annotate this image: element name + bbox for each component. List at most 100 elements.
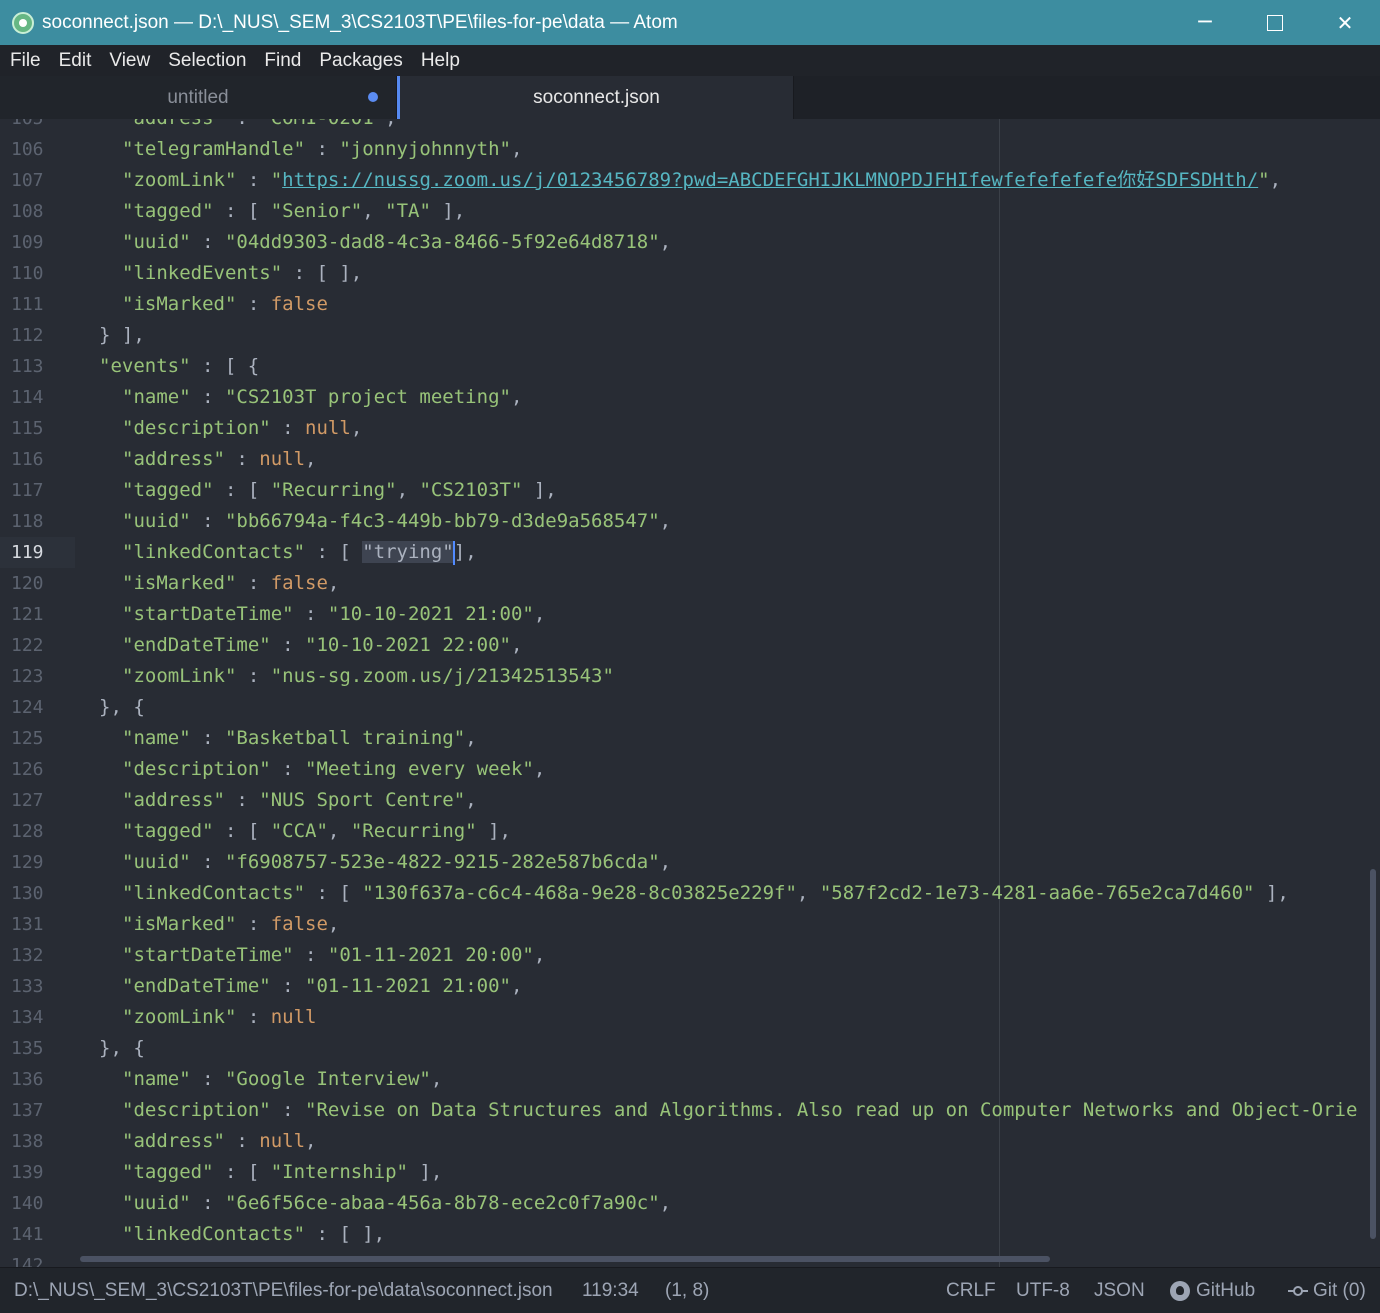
line-text: "endDateTime" : "10-10-2021 22:00", xyxy=(122,630,522,661)
code-line[interactable]: 109 "uuid" : "04dd9303-dad8-4c3a-8466-5f9… xyxy=(0,227,1380,258)
menu-file[interactable]: File xyxy=(2,50,49,72)
menu-view[interactable]: View xyxy=(101,50,158,72)
code-line[interactable]: 127 "address" : "NUS Sport Centre", xyxy=(0,785,1380,816)
code-line[interactable]: 139 "tagged" : [ "Internship" ], xyxy=(0,1157,1380,1188)
code-line[interactable]: 114 "name" : "CS2103T project meeting", xyxy=(0,382,1380,413)
code-line[interactable]: 113 "events" : [ { xyxy=(0,351,1380,382)
minimize-icon: ─ xyxy=(1198,10,1212,35)
code-token: : [ { xyxy=(190,355,260,377)
code-lines[interactable]: 105 "address" : "COM1-0201", 106 "telegramH… xyxy=(0,119,1380,1267)
code-token: "04dd9303-dad8-4c3a-8466-5f92e64d8718" xyxy=(224,231,660,253)
code-token: "Recurring" xyxy=(270,479,397,501)
line-text: "description" : null, xyxy=(122,413,362,444)
code-token: "CCA" xyxy=(270,820,328,842)
code-line[interactable]: 105 "address" : "COM1-0201", xyxy=(0,119,1380,134)
code-line[interactable]: 120 "isMarked" : false, xyxy=(0,568,1380,599)
code-line[interactable]: 133 "endDateTime" : "01-11-2021 21:00", xyxy=(0,971,1380,1002)
code-line[interactable]: 141 "linkedContacts" : [ ], xyxy=(0,1219,1380,1250)
code-line[interactable]: 136 "name" : "Google Interview", xyxy=(0,1064,1380,1095)
line-text: "address" : null, xyxy=(122,444,317,475)
code-token: "description" xyxy=(122,417,271,439)
code-token: , xyxy=(385,119,396,129)
git-button[interactable]: Git (0) xyxy=(1288,1268,1366,1313)
encoding-selector[interactable]: UTF-8 xyxy=(1016,1268,1070,1313)
grammar-selector[interactable]: JSON xyxy=(1094,1268,1145,1313)
code-line[interactable]: 134 "zoomLink" : null xyxy=(0,1002,1380,1033)
code-token: : xyxy=(270,1099,306,1121)
cursor-position[interactable]: 119:34 xyxy=(582,1268,639,1313)
code-token: "linkedContacts" xyxy=(122,1223,306,1245)
code-line[interactable]: 124}, { xyxy=(0,692,1380,723)
code-line[interactable]: 119 "linkedContacts" : [ "trying"], xyxy=(0,537,1380,568)
code-line[interactable]: 111 "isMarked" : false xyxy=(0,289,1380,320)
maximize-button[interactable] xyxy=(1240,0,1310,45)
url-link[interactable]: https://nussg.zoom.us/j/0123456789?pwd=A… xyxy=(282,169,1258,191)
code-token: : [ xyxy=(305,882,363,904)
code-line[interactable]: 140 "uuid" : "6e6f56ce-abaa-456a-8b78-ece… xyxy=(0,1188,1380,1219)
code-token: : [ xyxy=(213,820,271,842)
file-path[interactable]: D:\_NUS\_SEM_3\CS2103T\PE\files-for-pe\d… xyxy=(14,1268,553,1313)
github-button[interactable]: GitHub xyxy=(1170,1268,1255,1313)
code-line[interactable]: 117 "tagged" : [ "Recurring", "CS2103T" ]… xyxy=(0,475,1380,506)
code-line[interactable]: 132 "startDateTime" : "01-11-2021 20:00", xyxy=(0,940,1380,971)
tab-untitled[interactable]: untitled xyxy=(0,76,397,119)
line-number: 115 xyxy=(11,418,44,439)
code-line[interactable]: 129 "uuid" : "f6908757-523e-4822-9215-282… xyxy=(0,847,1380,878)
menu-packages[interactable]: Packages xyxy=(311,50,410,72)
code-line[interactable]: 116 "address" : null, xyxy=(0,444,1380,475)
code-token: "tagged" xyxy=(122,1161,214,1183)
line-number: 138 xyxy=(11,1131,44,1152)
code-token: "tagged" xyxy=(122,200,214,222)
code-line[interactable]: 110 "linkedEvents" : [ ], xyxy=(0,258,1380,289)
code-line[interactable]: 123 "zoomLink" : "nus-sg.zoom.us/j/213425… xyxy=(0,661,1380,692)
code-line[interactable]: 137 "description" : "Revise on Data Struc… xyxy=(0,1095,1380,1126)
code-token: : xyxy=(224,789,260,811)
code-line[interactable]: 128 "tagged" : [ "CCA", "Recurring" ], xyxy=(0,816,1380,847)
code-line[interactable]: 106 "telegramHandle" : "jonnyjohnnyth", xyxy=(0,134,1380,165)
tab-bar: untitled soconnect.json xyxy=(0,76,1380,119)
code-line[interactable]: 125 "name" : "Basketball training", xyxy=(0,723,1380,754)
code-line[interactable]: 135}, { xyxy=(0,1033,1380,1064)
code-line[interactable]: 121 "startDateTime" : "10-10-2021 21:00", xyxy=(0,599,1380,630)
code-token: , xyxy=(533,603,546,625)
line-number: 139 xyxy=(11,1162,44,1183)
menu-help[interactable]: Help xyxy=(413,50,468,72)
code-token: : xyxy=(190,231,225,253)
code-line[interactable]: 122 "endDateTime" : "10-10-2021 22:00", xyxy=(0,630,1380,661)
code-token: : xyxy=(293,944,328,966)
code-token: "name" xyxy=(122,386,191,408)
menu-edit[interactable]: Edit xyxy=(51,50,100,72)
code-line[interactable]: 118 "uuid" : "bb66794a-f4c3-449b-bb79-d3d… xyxy=(0,506,1380,537)
line-ending-selector[interactable]: CRLF xyxy=(946,1268,996,1313)
code-token: : xyxy=(270,634,306,656)
code-token: "linkedContacts" xyxy=(122,541,306,563)
code-line[interactable]: 112} ], xyxy=(0,320,1380,351)
code-line[interactable]: 126 "description" : "Meeting every week", xyxy=(0,754,1380,785)
menu-selection[interactable]: Selection xyxy=(160,50,254,72)
tab-soconnect-json[interactable]: soconnect.json xyxy=(397,76,793,119)
line-number: 111 xyxy=(11,294,44,315)
code-token: " xyxy=(1258,169,1270,191)
code-token: "startDateTime" xyxy=(122,944,294,966)
close-button[interactable]: ✕ xyxy=(1310,0,1380,45)
code-token: "nus-sg.zoom.us/j/21342513543" xyxy=(270,665,614,687)
line-number: 130 xyxy=(11,883,44,904)
menu-find[interactable]: Find xyxy=(256,50,309,72)
vertical-scrollbar[interactable] xyxy=(1370,869,1376,1239)
code-line[interactable]: 115 "description" : null, xyxy=(0,413,1380,444)
code-line[interactable]: 107 "zoomLink" : "https://nussg.zoom.us/j… xyxy=(0,165,1380,196)
code-token: false xyxy=(270,913,328,935)
text-editor[interactable]: 105 "address" : "COM1-0201", 106 "telegramH… xyxy=(0,119,1380,1267)
code-line[interactable]: 108 "tagged" : [ "Senior", "TA" ], xyxy=(0,196,1380,227)
minimize-button[interactable]: ─ xyxy=(1170,0,1240,45)
line-number: 121 xyxy=(11,604,44,625)
code-line[interactable]: 131 "isMarked" : false, xyxy=(0,909,1380,940)
line-text: "address" : "COM1-0201", xyxy=(122,119,397,134)
code-line[interactable]: 130 "linkedContacts" : [ "130f637a-c6c4-4… xyxy=(0,878,1380,909)
code-token: "address" xyxy=(122,119,225,129)
code-token: , xyxy=(510,975,523,997)
tab-bar-empty-area xyxy=(793,76,1380,119)
horizontal-scrollbar[interactable] xyxy=(80,1256,1050,1262)
line-text: "isMarked" : false xyxy=(122,289,328,320)
code-line[interactable]: 138 "address" : null, xyxy=(0,1126,1380,1157)
